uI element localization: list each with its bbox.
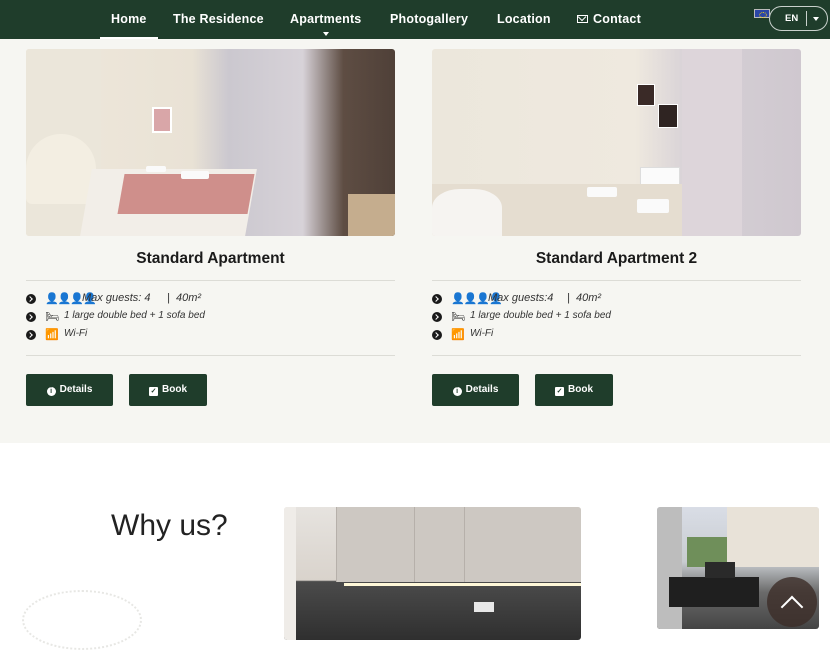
kitchen-photo[interactable] [284,507,581,640]
feature-beds: 🛏 1 large double bed + 1 sofa bed [432,309,801,327]
nav-home[interactable]: Home [100,0,157,39]
olive-wreath-watermark [22,590,142,650]
feature-wifi: 📶 Wi-Fi [432,327,801,345]
chevron-circle-icon [432,330,442,340]
feature-wifi: 📶 Wi-Fi [26,327,395,345]
book-label: Book [162,384,187,395]
divider [26,280,395,281]
divider [26,355,395,356]
chevron-circle-icon [26,330,36,340]
nav-residence-label: The Residence [173,12,264,26]
chevron-circle-icon [26,294,36,304]
card-actions: i Details ✓ Book [432,374,801,406]
book-button[interactable]: ✓ Book [129,374,207,406]
nav-location[interactable]: Location [497,0,551,39]
chevron-circle-icon [432,294,442,304]
nav-apartments-label: Apartments [290,12,362,26]
wifi-icon: 📶 [451,329,465,341]
divider [432,280,801,281]
apartments-listing: Standard Apartment 👤👤👤👤 Max guests: 4 | … [0,39,830,443]
beds-text: 1 large double bed + 1 sofa bed [64,310,205,321]
chevron-down-icon [813,17,819,21]
nav-contact[interactable]: Contact [577,0,641,39]
apartment-card: Standard Apartment 2 👤👤👤👤 Max guests:4 |… [432,49,801,406]
bed-icon: 🛏 [45,311,59,323]
wifi-text: Wi-Fi [64,328,88,339]
info-icon: i [46,387,56,396]
details-label: Details [59,384,93,395]
feature-guests: 👤👤👤👤 Max guests: 4 | 40m² [26,291,395,309]
chevron-down-icon [322,32,329,36]
guests-text: Max guests:4 [488,292,554,304]
apartment-card: Standard Apartment 👤👤👤👤 Max guests: 4 | … [26,49,395,406]
nav-the-residence[interactable]: The Residence [173,0,264,39]
bed-icon: 🛏 [451,311,465,323]
book-button[interactable]: ✓ Book [535,374,613,406]
language-selector[interactable]: EN [754,6,828,31]
book-label: Book [568,384,593,395]
nav-home-label: Home [111,12,147,26]
area-separator: | [567,292,570,304]
calendar-check-icon: ✓ [149,387,158,396]
wifi-text: Wi-Fi [470,328,494,339]
feature-list: 👤👤👤👤 Max guests:4 | 40m² 🛏 1 large doubl… [432,291,801,345]
calendar-check-icon: ✓ [555,387,564,396]
language-divider [806,11,807,26]
apartment-title: Standard Apartment [136,250,285,267]
nav-photogallery[interactable]: Photogallery [390,0,468,39]
guests-text: Max guests: 4 [82,292,151,304]
feature-beds: 🛏 1 large double bed + 1 sofa bed [26,309,395,327]
details-button[interactable]: i Details [26,374,113,406]
area-text: 40m² [176,292,202,304]
details-button[interactable]: i Details [432,374,519,406]
feature-list: 👤👤👤👤 Max guests: 4 | 40m² 🛏 1 large doub… [26,291,395,345]
area-text: 40m² [576,292,602,304]
envelope-icon [577,15,588,23]
wifi-icon: 📶 [45,329,59,341]
nav-location-label: Location [497,12,551,26]
apartment-photo[interactable] [26,49,395,236]
chevron-circle-icon [26,312,36,322]
area-separator: | [167,292,170,304]
apartment-photo[interactable] [432,49,801,236]
language-label: EN [785,13,799,24]
nav-contact-label: Contact [593,12,641,26]
scroll-to-top-button[interactable] [767,577,817,627]
eu-flag-icon [754,9,770,18]
top-navigation: Home The Residence Apartments Photogalle… [0,0,830,39]
nav-apartments[interactable]: Apartments [290,0,361,39]
chevron-circle-icon [432,312,442,322]
feature-guests: 👤👤👤👤 Max guests:4 | 40m² [432,291,801,309]
why-us-heading: Why us? [111,509,228,542]
nav-photogallery-label: Photogallery [390,12,469,26]
info-icon: i [452,387,462,396]
details-label: Details [465,384,499,395]
divider [432,355,801,356]
beds-text: 1 large double bed + 1 sofa bed [470,310,611,321]
card-actions: i Details ✓ Book [26,374,395,406]
apartment-title: Standard Apartment 2 [535,250,698,267]
